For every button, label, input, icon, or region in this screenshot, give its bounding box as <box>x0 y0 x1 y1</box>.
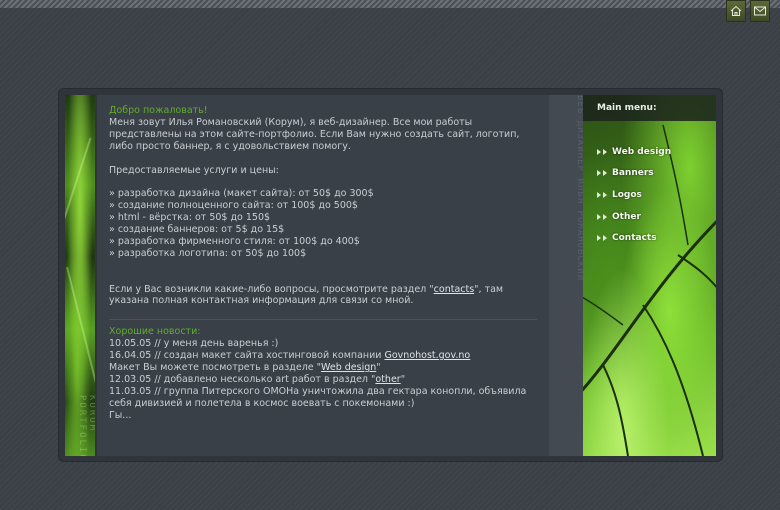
double-arrow-icon <box>597 170 601 177</box>
left-leaf-strip: KORUM PORTFOLIO <box>65 95 95 456</box>
mid-strip-text: ВЕБ-ДИЗАЙНЕР ИЛЬЯ РОМАНОВСКИЙ <box>575 95 585 282</box>
menu-item-banners[interactable]: Banners <box>597 163 671 185</box>
news-item: 11.03.05 // группа Питерского ОМОНа унич… <box>109 385 527 409</box>
double-arrow-icon <box>597 213 601 220</box>
menu-list: Web design Banners Logos Other Contacts <box>597 141 671 249</box>
menu-item-label: Contacts <box>612 233 657 244</box>
content-area: Добро пожаловать! Меня зовут Илья Романо… <box>97 95 549 456</box>
double-arrow-icon <box>597 235 601 242</box>
contact-note: Если у Вас возникли какие-либо вопросы, … <box>109 283 504 307</box>
menu-item-label: Web design <box>612 146 672 157</box>
mail-button[interactable] <box>750 0 770 22</box>
left-strip-text: KORUM PORTFOLIO <box>77 395 95 456</box>
menu-item-other[interactable]: Other <box>597 206 671 228</box>
top-stripe <box>0 0 780 8</box>
service-item: » html - вёрстка: от 50$ до 150$ <box>109 212 271 224</box>
double-arrow-icon <box>597 148 601 155</box>
service-item: » создание баннеров: от 5$ до 15$ <box>109 224 285 236</box>
web-design-link[interactable]: Web design <box>321 362 376 373</box>
main-menu: Main menu: Web design Banners Logos Othe… <box>583 95 716 456</box>
menu-item-contacts[interactable]: Contacts <box>597 227 671 249</box>
news-item: 16.04.05 // создан макет сайта хостингов… <box>109 350 471 362</box>
menu-item-logos[interactable]: Logos <box>597 184 671 206</box>
service-item: » разработка фирменного стиля: от 100$ д… <box>109 235 360 247</box>
menu-title: Main menu: <box>583 95 716 121</box>
menu-item-label: Banners <box>612 168 654 179</box>
welcome-heading: Добро пожаловать! <box>109 105 208 116</box>
mid-strip: ВЕБ-ДИЗАЙНЕР ИЛЬЯ РОМАНОВСКИЙ <box>549 95 585 456</box>
home-button[interactable] <box>726 0 746 22</box>
mail-icon <box>754 6 766 16</box>
news-item: 10.05.05 // у меня день варенья :) <box>109 338 279 350</box>
home-icon <box>730 5 742 16</box>
news-heading: Хорошие новости: <box>109 326 201 338</box>
service-item: » разработка дизайна (макет сайта): от 5… <box>109 188 374 200</box>
other-link[interactable]: other <box>375 374 400 385</box>
services-heading: Предоставляемые услуги и цены: <box>109 164 279 176</box>
menu-item-label: Other <box>612 211 641 222</box>
intro-text: Меня зовут Илья Романовский (Корум), я в… <box>109 116 520 152</box>
news-item: Макет Вы можете посмотреть в разделе "We… <box>109 362 381 374</box>
menu-item-web-design[interactable]: Web design <box>597 141 671 163</box>
menu-item-label: Logos <box>612 189 642 200</box>
news-item: 12.03.05 // добавлено несколько art рабо… <box>109 373 406 385</box>
govnohost-link[interactable]: Govnohost.gov.no <box>385 350 471 361</box>
service-item: » разработка логотипа: от 50$ до 100$ <box>109 247 307 259</box>
double-arrow-icon <box>597 191 601 198</box>
service-item: » создание полноценного сайта: от 100$ д… <box>109 200 358 212</box>
news-item: Гы... <box>109 409 132 421</box>
contacts-link[interactable]: contacts <box>434 284 475 295</box>
divider <box>109 319 537 321</box>
